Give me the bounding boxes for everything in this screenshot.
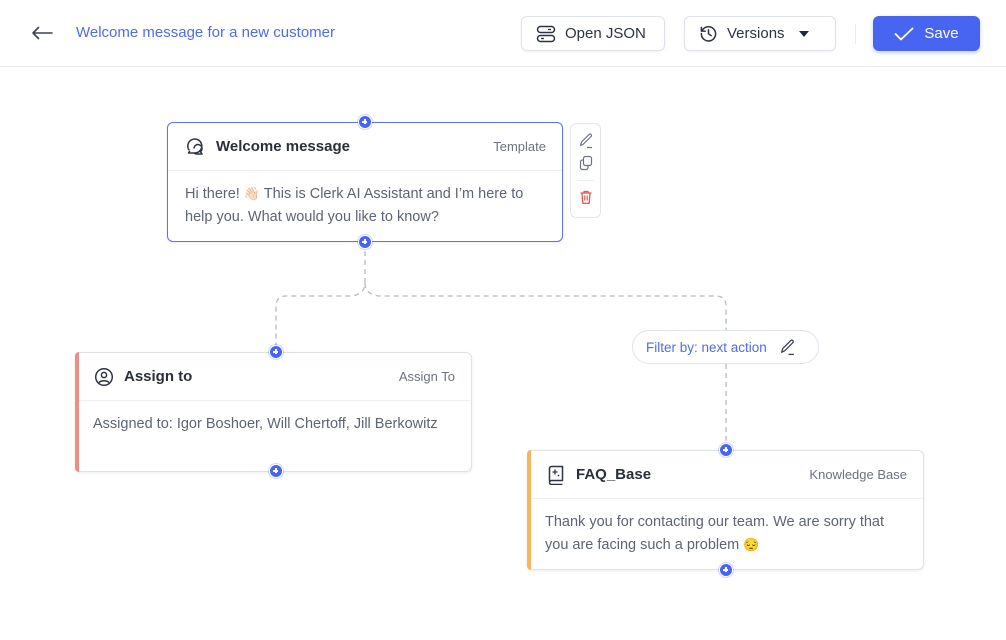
add-node-handle-assign-bottom[interactable] xyxy=(269,464,283,478)
edit-icon xyxy=(579,133,592,149)
node-type: Assign To xyxy=(398,369,455,384)
duplicate-icon xyxy=(579,155,592,171)
node-body: Hi there! 👋🏻 This is Clerk AI Assistant … xyxy=(168,171,562,228)
node-title: Assign to xyxy=(124,368,193,385)
open-json-label: Open JSON xyxy=(565,25,646,42)
node-title: Welcome message xyxy=(216,138,350,155)
caret-down-icon xyxy=(798,30,809,37)
node-header: FAQ_Base Knowledge Base xyxy=(528,451,923,499)
save-label: Save xyxy=(924,25,959,42)
delete-icon xyxy=(580,190,591,205)
server-icon xyxy=(536,25,556,42)
node-header: Assign to Assign To xyxy=(76,353,471,401)
pensive-face-emoji: 😔 xyxy=(743,536,760,552)
filter-condition-chip[interactable]: Filter by: next action xyxy=(632,330,819,364)
save-button[interactable]: Save xyxy=(873,16,980,51)
node-assign-to[interactable]: Assign to Assign To Assigned to: Igor Bo… xyxy=(75,352,472,472)
connector-welcome-to-faq xyxy=(364,282,727,330)
add-node-handle-faq-top[interactable] xyxy=(719,443,733,457)
edit-filter-button[interactable] xyxy=(779,339,796,356)
versions-label: Versions xyxy=(727,25,785,42)
edit-icon xyxy=(780,339,794,355)
toolbar-divider xyxy=(855,24,856,44)
edit-node-button[interactable] xyxy=(575,130,597,152)
top-bar: Welcome message for a new customer Open … xyxy=(0,0,1006,67)
duplicate-node-button[interactable] xyxy=(575,152,597,174)
node-accent-bar xyxy=(527,450,531,570)
delete-node-button[interactable] xyxy=(575,186,597,208)
waving-hand-emoji: 👋🏻 xyxy=(243,186,261,201)
node-faq-base[interactable]: FAQ_Base Knowledge Base Thank you for co… xyxy=(527,450,924,570)
book-sparkle-icon xyxy=(545,464,567,486)
node-type: Knowledge Base xyxy=(809,467,907,482)
arrow-left-icon xyxy=(32,26,53,40)
node-accent-bar xyxy=(75,352,79,472)
node-body: Assigned to: Igor Boshoer, Will Chertoff… xyxy=(93,416,438,432)
connector-welcome-branch xyxy=(275,242,366,352)
node-welcome-message[interactable]: Welcome message Template Hi there! 👋🏻 Th… xyxy=(167,122,563,242)
add-node-handle-faq-bottom[interactable] xyxy=(719,563,733,577)
actions-divider xyxy=(577,180,594,181)
add-node-handle-assign-top[interactable] xyxy=(269,345,283,359)
open-json-button[interactable]: Open JSON xyxy=(521,16,665,51)
page-title[interactable]: Welcome message for a new customer xyxy=(76,24,335,42)
node-body-text: Hi there! xyxy=(185,186,244,202)
versions-dropdown[interactable]: Versions xyxy=(684,16,836,51)
back-button[interactable] xyxy=(30,22,54,44)
add-node-handle-welcome-bottom[interactable] xyxy=(358,235,372,249)
node-action-toolbar xyxy=(570,123,601,218)
node-type: Template xyxy=(493,139,546,154)
add-node-handle-welcome-top[interactable] xyxy=(358,115,372,129)
node-header: Welcome message Template xyxy=(168,123,562,171)
chat-bubbles-icon xyxy=(185,136,207,158)
node-body-text: Thank you for contacting our team. We ar… xyxy=(545,514,885,553)
node-title: FAQ_Base xyxy=(576,466,652,483)
check-icon xyxy=(894,27,914,40)
filter-label: Filter by: next action xyxy=(646,339,767,355)
node-body: Thank you for contacting our team. We ar… xyxy=(528,499,923,556)
history-icon xyxy=(700,26,717,42)
user-circle-icon xyxy=(93,366,115,388)
